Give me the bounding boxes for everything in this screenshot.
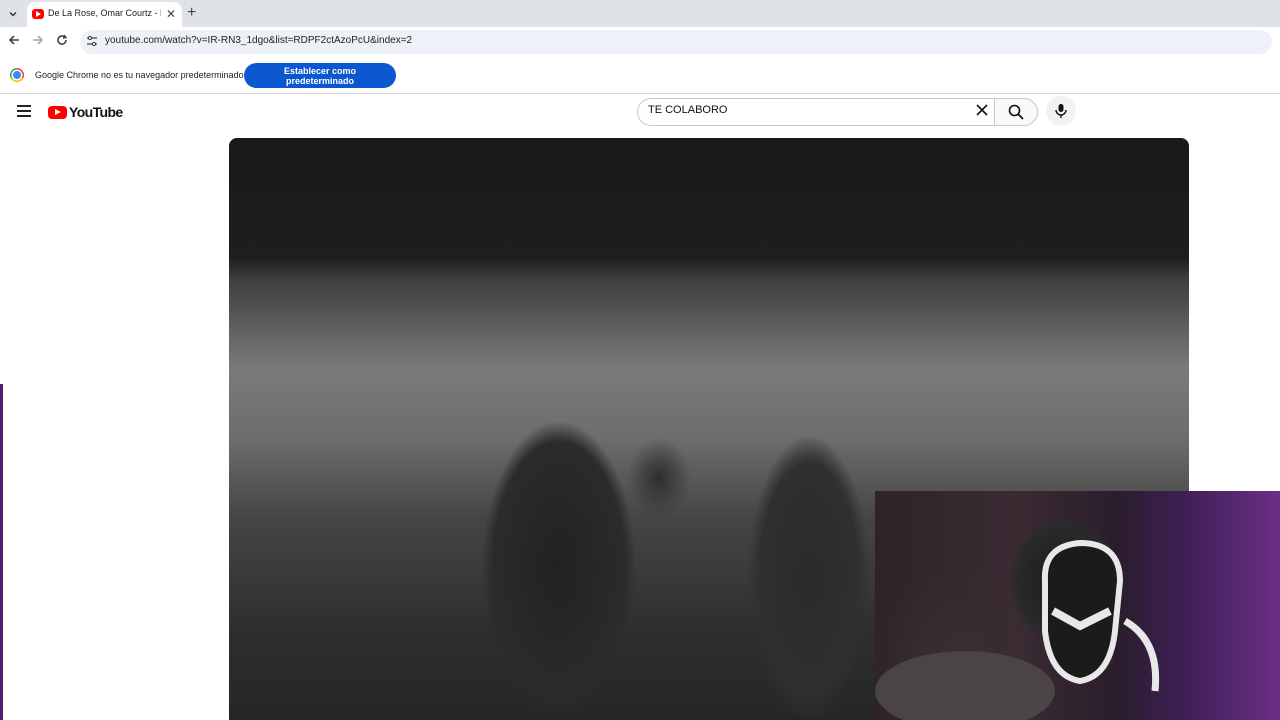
address-bar[interactable]: youtube.com/watch?v=IR-RN3_1dgo&list=RDP…	[80, 30, 1272, 54]
youtube-header: YouTube	[0, 94, 1280, 130]
browser-toolbar: youtube.com/watch?v=IR-RN3_1dgo&list=RDP…	[0, 27, 1280, 58]
tab-title: De La Rose, Omar Courtz - NUE	[48, 8, 161, 18]
back-icon[interactable]	[5, 33, 23, 51]
youtube-logo[interactable]: YouTube	[48, 104, 123, 120]
window-edge	[0, 384, 3, 720]
infobar-message: Google Chrome no es tu navegador predete…	[35, 70, 244, 80]
address-url: youtube.com/watch?v=IR-RN3_1dgo&list=RDP…	[105, 35, 413, 46]
close-tab-icon[interactable]: ✕	[166, 6, 176, 22]
new-tab-icon[interactable]: +	[187, 4, 196, 22]
gaming-chair-icon	[875, 539, 1160, 720]
search-button[interactable]	[994, 98, 1038, 126]
tab-search-menu-icon[interactable]	[4, 5, 22, 23]
reload-icon[interactable]	[53, 33, 71, 51]
search-box	[637, 98, 995, 126]
voice-search-button[interactable]	[1046, 96, 1076, 126]
youtube-logo-text: YouTube	[69, 104, 123, 120]
youtube-play-icon	[48, 105, 67, 119]
chrome-logo-icon	[10, 68, 24, 82]
default-browser-infobar: Google Chrome no es tu navegador predete…	[0, 58, 1280, 94]
tab-strip: De La Rose, Omar Courtz - NUE ✕ +	[0, 0, 1280, 27]
site-info-icon[interactable]	[86, 35, 98, 47]
search-input[interactable]	[648, 104, 948, 116]
search-icon	[1008, 104, 1024, 120]
set-default-button[interactable]: Establecer como predeterminado	[244, 63, 396, 88]
browser-tab[interactable]: De La Rose, Omar Courtz - NUE ✕	[27, 2, 182, 27]
microphone-icon	[1055, 104, 1067, 118]
webcam-overlay	[875, 491, 1280, 720]
clear-search-icon[interactable]	[972, 102, 992, 122]
forward-icon[interactable]	[29, 33, 47, 51]
youtube-favicon-icon	[32, 9, 44, 19]
menu-icon[interactable]	[17, 105, 31, 117]
